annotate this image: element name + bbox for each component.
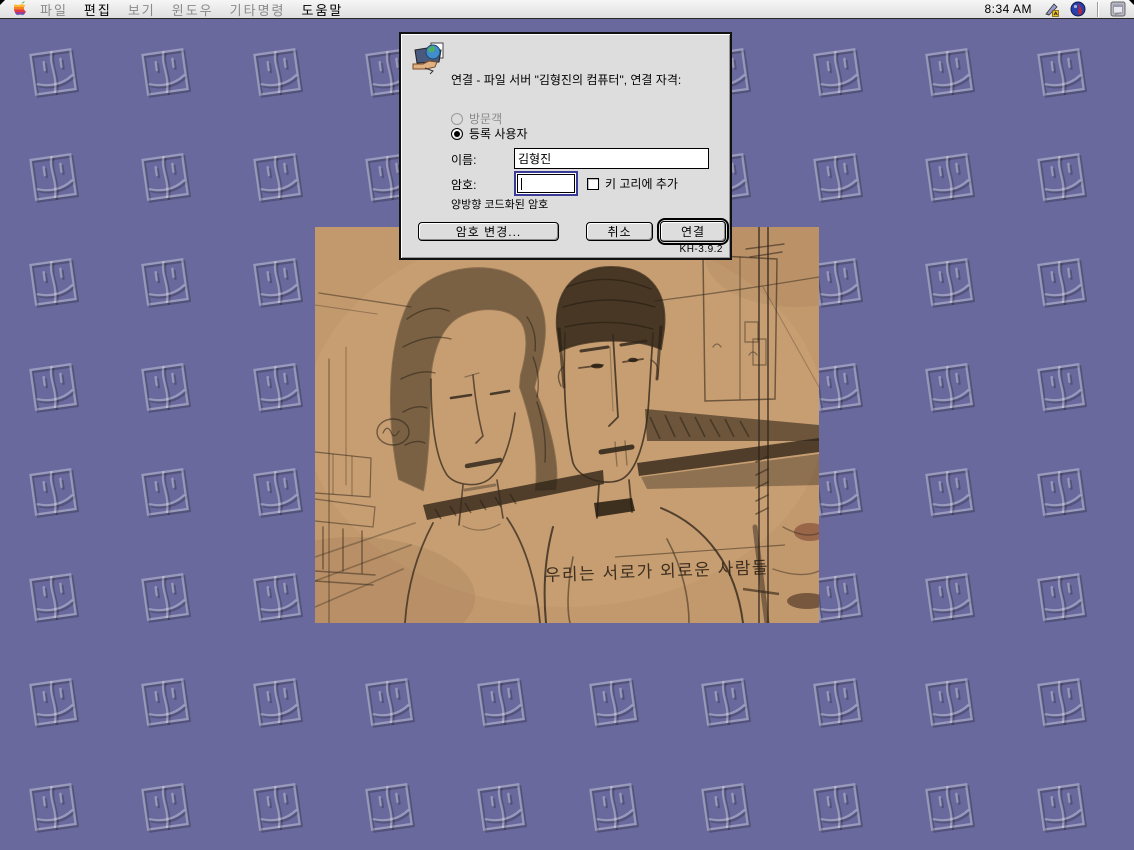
finder-face-emboss bbox=[1033, 358, 1091, 416]
finder-face-emboss bbox=[137, 253, 195, 311]
appleshare-file-server-icon bbox=[411, 42, 447, 79]
finder-face-emboss bbox=[473, 778, 531, 836]
finder-face-emboss bbox=[249, 358, 307, 416]
default-button-ring: 연결 bbox=[657, 218, 729, 245]
menu-view[interactable]: 보기 bbox=[128, 0, 156, 19]
finder-face-emboss bbox=[25, 253, 83, 311]
finder-face-emboss bbox=[1033, 673, 1091, 731]
menu-edit[interactable]: 편집 bbox=[84, 0, 112, 19]
finder-face-emboss bbox=[921, 358, 979, 416]
finder-face-emboss bbox=[921, 778, 979, 836]
finder-face-emboss bbox=[809, 778, 867, 836]
finder-face-emboss bbox=[249, 673, 307, 731]
finder-face-emboss bbox=[1033, 568, 1091, 626]
finder-face-emboss bbox=[137, 463, 195, 521]
finder-face-emboss bbox=[921, 463, 979, 521]
finder-face-emboss bbox=[585, 673, 643, 731]
finder-face-emboss bbox=[137, 148, 195, 206]
password-encryption-hint: 양방향 코드화된 암호 bbox=[451, 196, 548, 212]
cancel-button[interactable]: 취소 bbox=[586, 222, 653, 241]
password-input[interactable] bbox=[517, 174, 575, 193]
finder-face-emboss bbox=[137, 568, 195, 626]
apple-logo-icon bbox=[14, 1, 28, 18]
finder-face-emboss bbox=[137, 358, 195, 416]
finder-face-emboss bbox=[1033, 463, 1091, 521]
dialog-title: 연결 - 파일 서버 "김형진의 컴퓨터", 연결 자격: bbox=[451, 73, 726, 87]
keychain-row[interactable]: 키 고리에 추가 bbox=[587, 175, 678, 192]
menu-window[interactable]: 윈도우 bbox=[172, 0, 214, 19]
connect-button[interactable]: 연결 bbox=[660, 221, 726, 242]
finder-face-emboss bbox=[697, 673, 755, 731]
finder-face-emboss bbox=[249, 463, 307, 521]
finder-face-emboss bbox=[1033, 778, 1091, 836]
password-label: 암호: bbox=[451, 176, 476, 193]
keychain-label: 키 고리에 추가 bbox=[605, 175, 678, 192]
finder-face-emboss bbox=[697, 778, 755, 836]
finder-face-emboss bbox=[249, 568, 307, 626]
radio-registered-user[interactable]: 등록 사용자 bbox=[451, 125, 528, 142]
name-input[interactable] bbox=[514, 148, 709, 169]
finder-face-emboss bbox=[921, 253, 979, 311]
menubar-clock[interactable]: 8:34 AM bbox=[984, 2, 1032, 16]
finder-face-emboss bbox=[585, 778, 643, 836]
finder-face-emboss bbox=[249, 253, 307, 311]
menubar: 파일 편집 보기 윈도우 기타명령 도움말 8:34 AM bbox=[0, 0, 1134, 19]
finder-face-emboss bbox=[921, 43, 979, 101]
application-menu-icon[interactable] bbox=[1110, 1, 1126, 17]
finder-face-emboss bbox=[25, 463, 83, 521]
finder-face-emboss bbox=[473, 673, 531, 731]
finder-face-emboss bbox=[921, 568, 979, 626]
finder-face-emboss bbox=[1033, 43, 1091, 101]
finder-face-emboss bbox=[137, 673, 195, 731]
name-label: 이름: bbox=[451, 151, 476, 168]
finder-face-emboss bbox=[249, 778, 307, 836]
application-round-icon[interactable] bbox=[1070, 1, 1086, 17]
finder-face-emboss bbox=[809, 673, 867, 731]
menubar-separator bbox=[1097, 2, 1099, 17]
finder-face-emboss bbox=[249, 43, 307, 101]
finder-face-emboss bbox=[921, 148, 979, 206]
finder-face-emboss bbox=[1033, 148, 1091, 206]
finder-face-emboss bbox=[137, 43, 195, 101]
menu-file[interactable]: 파일 bbox=[40, 0, 68, 19]
finder-face-emboss bbox=[809, 148, 867, 206]
finder-face-emboss bbox=[361, 778, 419, 836]
finder-face-emboss bbox=[25, 673, 83, 731]
change-password-button[interactable]: 암호 변경... bbox=[418, 222, 559, 241]
finder-face-emboss bbox=[25, 358, 83, 416]
finder-face-emboss bbox=[25, 778, 83, 836]
finder-face-emboss bbox=[25, 568, 83, 626]
desktop-picture: 우리는 서로가 외로운 사람들 bbox=[315, 227, 819, 623]
radio-guest-circle bbox=[451, 113, 463, 125]
finder-face-emboss bbox=[25, 148, 83, 206]
desktop: 우리는 서로가 외로운 사람들 연결 - 파일 서버 "김형진의 컴퓨터", 연… bbox=[0, 0, 1134, 850]
menu-other-commands[interactable]: 기타명령 bbox=[230, 0, 286, 19]
connect-dialog: 연결 - 파일 서버 "김형진의 컴퓨터", 연결 자격: 방문객 등록 사용자… bbox=[399, 32, 732, 260]
version-label: KH-3.9.2 bbox=[680, 244, 723, 255]
input-method-pencil-icon[interactable] bbox=[1043, 1, 1059, 17]
apple-menu[interactable] bbox=[0, 1, 40, 18]
finder-face-emboss bbox=[809, 43, 867, 101]
finder-face-emboss bbox=[1033, 253, 1091, 311]
finder-face-emboss bbox=[25, 43, 83, 101]
keychain-checkbox[interactable] bbox=[587, 178, 599, 190]
finder-face-emboss bbox=[361, 673, 419, 731]
menu-help[interactable]: 도움말 bbox=[302, 0, 344, 19]
finder-face-emboss bbox=[921, 673, 979, 731]
finder-face-emboss bbox=[249, 148, 307, 206]
radio-registered-label: 등록 사용자 bbox=[469, 125, 528, 142]
radio-registered-circle[interactable] bbox=[451, 128, 463, 140]
text-cursor bbox=[521, 178, 522, 190]
finder-face-emboss bbox=[137, 778, 195, 836]
